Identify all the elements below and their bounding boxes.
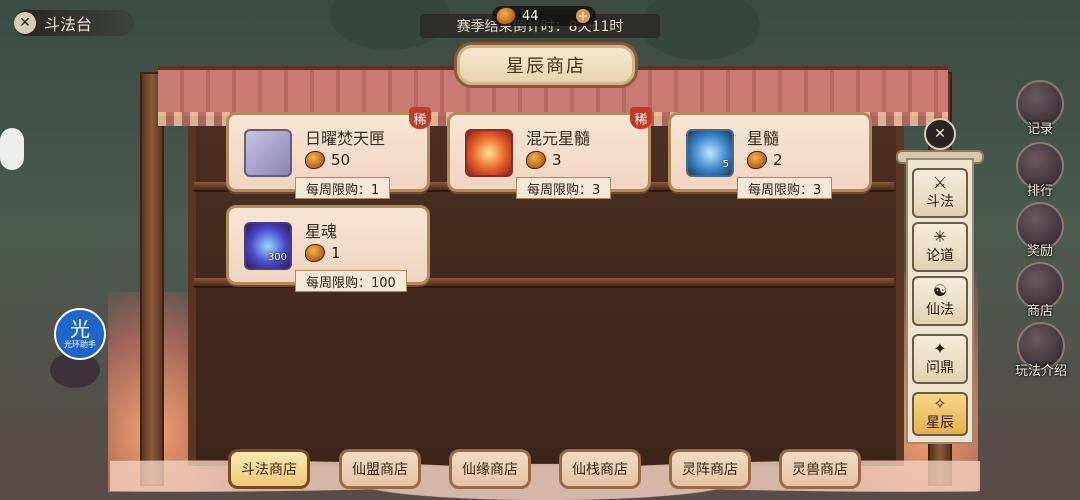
currency-display: 44 +	[492, 6, 596, 26]
lundao-icon: ✳	[933, 227, 947, 246]
item-weekly-limit: 每周限购：1	[295, 177, 391, 199]
helper-button[interactable]: 光 光环助手	[54, 308, 106, 360]
item-price: 2	[747, 151, 783, 169]
currency-amount: 44	[522, 8, 539, 24]
rare-badge: 稀	[630, 107, 652, 129]
shop-item-card[interactable]: 300 星魂 1 每周限购：100	[226, 205, 430, 292]
close-icon[interactable]: ✕	[14, 12, 36, 34]
shop-title: 星辰商店	[454, 42, 638, 88]
add-currency-icon[interactable]: +	[576, 9, 590, 23]
shop-item-card[interactable]: 5 星髓 2 每周限购：3	[668, 112, 872, 199]
side-tab-lundao[interactable]: ✳ 论道	[912, 222, 968, 272]
menu-label: 记录	[1026, 122, 1053, 137]
tab-xianyuan-shop[interactable]: 仙缘商店	[449, 449, 531, 489]
side-tab-xingchen[interactable]: ✧ 星辰	[912, 392, 968, 436]
tab-lingshou-shop[interactable]: 灵兽商店	[779, 449, 861, 489]
shop-item-card[interactable]: 日曜焚天匣 50 每周限购：1 稀	[226, 107, 431, 199]
xingchen-icon: ✧	[933, 394, 947, 413]
item-price: 3	[526, 151, 562, 169]
star-stone-icon	[305, 244, 325, 262]
menu-ranking[interactable]: 排行	[1012, 142, 1068, 199]
star-stone-icon	[496, 7, 516, 25]
item-price-value: 3	[552, 151, 562, 169]
item-weekly-limit: 每周限购：3	[737, 177, 833, 199]
side-tab-label: 星辰	[926, 415, 954, 431]
item-price: 1	[305, 244, 341, 262]
menu-label: 商店	[1026, 304, 1053, 319]
item-quantity: 5	[722, 159, 729, 170]
side-tab-doufa[interactable]: ⚔ 斗法	[912, 168, 968, 218]
helper-label: 光环助手	[64, 339, 96, 349]
menu-label: 玩法介绍	[1014, 364, 1067, 379]
page-title: 斗法台	[44, 15, 93, 34]
tab-xianmeng-shop[interactable]: 仙盟商店	[339, 449, 421, 489]
left-post	[140, 72, 164, 486]
item-name: 星髓	[747, 129, 780, 148]
menu-record[interactable]: 记录	[1012, 80, 1068, 137]
left-pet-sprite	[0, 128, 24, 170]
menu-label: 奖励	[1026, 244, 1053, 259]
star-stone-icon	[747, 151, 767, 169]
tab-xianzhan-shop[interactable]: 仙栈商店	[559, 449, 641, 489]
rare-badge: 稀	[409, 107, 431, 129]
star-stone-icon	[305, 151, 325, 169]
side-tab-label: 斗法	[926, 194, 954, 210]
star-stone-icon	[526, 151, 546, 169]
item-name: 星魂	[305, 222, 338, 241]
treasure-box-icon	[244, 129, 292, 177]
page-title-bar: ✕ 斗法台	[14, 10, 134, 36]
side-tab-label: 仙法	[926, 302, 954, 318]
wending-icon: ✦	[933, 339, 947, 358]
item-quantity: 300	[267, 252, 287, 263]
star-core-icon	[465, 129, 513, 177]
tab-doufa-shop[interactable]: 斗法商店	[228, 449, 310, 489]
side-tab-label: 论道	[926, 248, 954, 264]
side-tab-wending[interactable]: ✦ 问鼎	[912, 334, 968, 384]
tab-lingzhen-shop[interactable]: 灵阵商店	[669, 449, 751, 489]
item-weekly-limit: 每周限购：100	[295, 270, 407, 292]
shop-item-card[interactable]: 混元星髓 3 每周限购：3 稀	[447, 107, 652, 199]
menu-shop[interactable]: 商店	[1012, 262, 1068, 319]
item-name: 混元星髓	[526, 129, 591, 148]
side-tab-xianfa[interactable]: ☯ 仙法	[912, 276, 968, 326]
item-name: 日曜焚天匣	[305, 129, 386, 148]
doufa-icon: ⚔	[932, 173, 948, 192]
item-weekly-limit: 每周限购：3	[516, 177, 612, 199]
menu-reward[interactable]: 奖励	[1012, 202, 1068, 259]
item-price-value: 50	[331, 151, 351, 169]
xianfa-icon: ☯	[932, 281, 948, 300]
item-price: 50	[305, 151, 350, 169]
item-price-value: 2	[773, 151, 783, 169]
helper-icon: 光	[70, 316, 90, 341]
side-tab-label: 问鼎	[926, 360, 954, 376]
menu-label: 排行	[1026, 184, 1053, 199]
close-icon[interactable]: ✕	[924, 118, 956, 150]
menu-guide[interactable]: 玩法介绍	[1006, 322, 1076, 379]
item-price-value: 1	[331, 244, 341, 262]
